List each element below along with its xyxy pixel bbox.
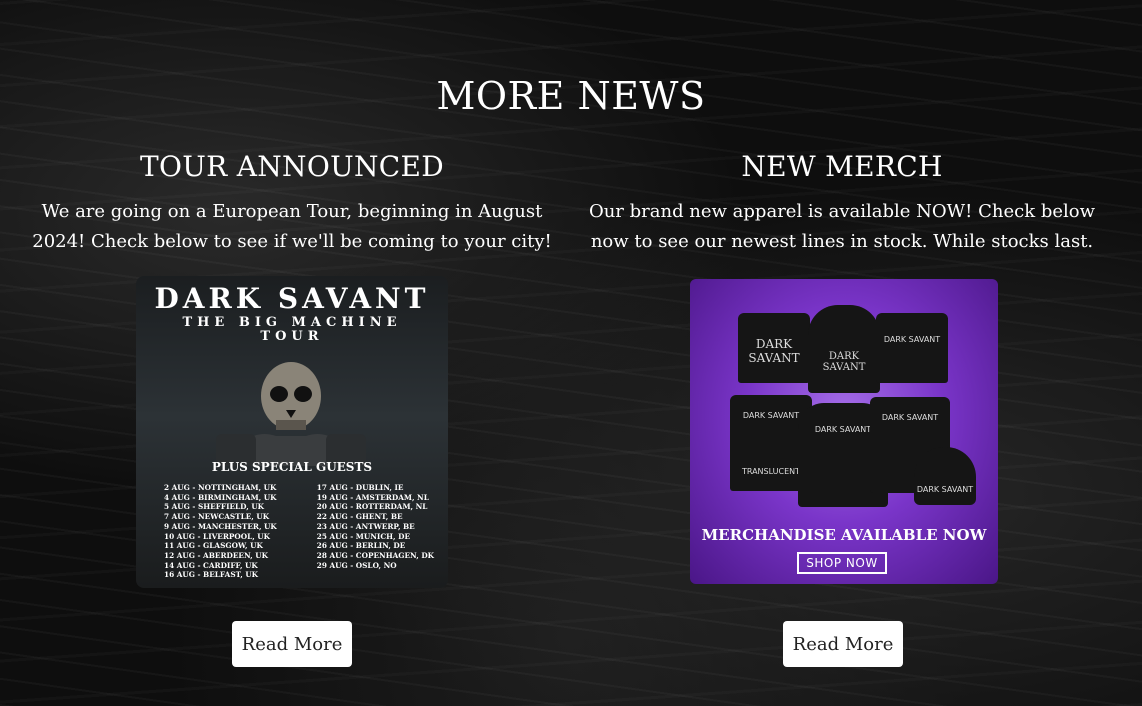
tour-date: 28 AUG - COPENHAGEN, DK [316, 550, 434, 560]
tour-date: 22 AUG - GHENT, BE [316, 512, 403, 522]
tour-date: 14 AUG - CARDIFF, UK [164, 560, 258, 570]
merch-image: DARK SAVANT DARK SAVANT DARK SAVANT DARK… [690, 279, 998, 584]
beanie-icon: DARK SAVANT [914, 447, 976, 505]
tour-date: 9 AUG - MANCHESTER, UK [164, 521, 277, 531]
news-item-merch: NEW MERCH Our brand new apparel is avail… [572, 150, 1112, 257]
poster-band-name: DARK SAVANT [154, 282, 430, 315]
poster-dates: 2 AUG - NOTTINGHAM, UK 4 AUG - BIRMINGHAM… [164, 483, 434, 580]
tour-date: 17 AUG - DUBLIN, IE [316, 483, 404, 492]
poster-tour-line2: TOUR [260, 329, 324, 344]
tshirt-icon: DARK SAVANT [876, 313, 948, 383]
tour-date: 11 AUG - GLASGOW, UK [164, 541, 263, 551]
poster-tour-line1: THE BIG MACHINE [182, 315, 402, 330]
tour-date: 16 AUG - BELFAST, UK [164, 570, 259, 580]
tour-date: 29 AUG - OSLO, NO [316, 560, 397, 570]
hoodie-icon: DARK SAVANT [808, 305, 880, 393]
news-title: TOUR ANNOUNCED [140, 150, 444, 183]
tour-date: 19 AUG - AMSTERDAM, NL [316, 492, 429, 502]
tour-date: 23 AUG - ANTWERP, BE [316, 521, 415, 531]
tour-date: 5 AUG - SHEFFIELD, UK [164, 502, 265, 512]
shop-now-label: SHOP NOW [797, 552, 887, 574]
section-title: MORE NEWS [436, 74, 706, 118]
tour-date: 4 AUG - BIRMINGHAM, UK [164, 492, 277, 502]
poster-tour-name: THE BIG MACHINE TOUR [136, 316, 448, 344]
tour-date: 12 AUG - ABERDEEN, UK [164, 550, 268, 560]
poster-guests: PLUS SPECIAL GUESTS [211, 460, 373, 474]
news-item-tour: TOUR ANNOUNCED We are going on a Europea… [22, 150, 562, 257]
dates-column-left: 2 AUG - NOTTINGHAM, UK 4 AUG - BIRMINGHAM… [164, 483, 277, 580]
tour-date: 26 AUG - BERLIN, DE [316, 541, 406, 551]
skull-robot-icon [216, 362, 366, 466]
tour-date: 2 AUG - NOTTINGHAM, UK [164, 483, 277, 492]
news-text: Our brand new apparel is available NOW! … [588, 201, 1096, 252]
tour-date: 25 AUG - MUNICH, DE [316, 531, 411, 541]
dates-column-right: 17 AUG - DUBLIN, IE 19 AUG - AMSTERDAM, N… [317, 483, 434, 580]
news-text: We are going on a European Tour, beginni… [32, 201, 552, 252]
tshirt-icon: DARK SAVANT [738, 313, 810, 383]
news-title: NEW MERCH [741, 150, 943, 183]
merch-cta-text: MERCHANDISE AVAILABLE NOW [701, 526, 987, 544]
tour-date: 10 AUG - LIVERPOOL, UK [164, 531, 271, 541]
read-more-tour-button[interactable]: Read More [232, 621, 352, 667]
tour-poster-image: DARK SAVANT THE BIG MACHINE TOUR PLUS SP… [136, 276, 448, 588]
tour-date: 20 AUG - ROTTERDAM, NL [316, 502, 428, 512]
read-more-merch-button[interactable]: Read More [783, 621, 903, 667]
tour-date: 7 AUG - NEWCASTLE, UK [164, 512, 270, 522]
